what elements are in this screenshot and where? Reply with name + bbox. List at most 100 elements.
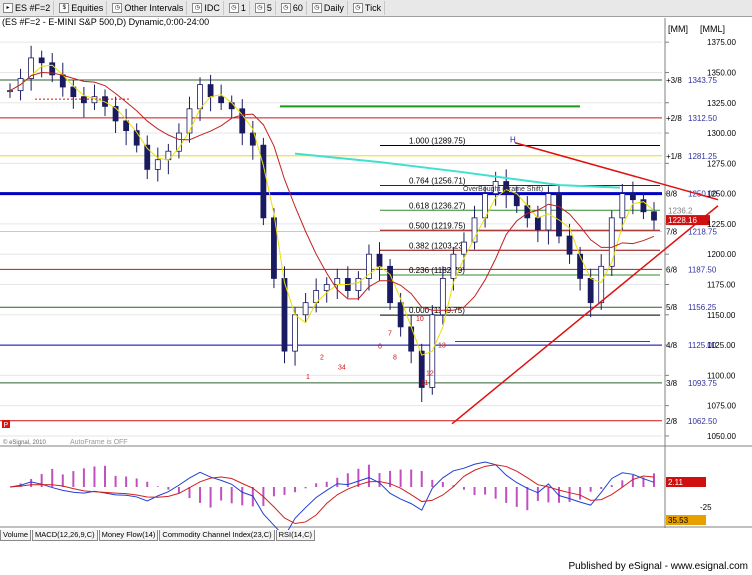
- price-bar-body: [387, 265, 393, 304]
- price-bar-body: [587, 278, 594, 304]
- mm-level-label: 5/8: [666, 303, 678, 312]
- price-bar-body: [81, 96, 87, 104]
- mm-header: [MM]: [668, 24, 688, 34]
- price-bar-body: [323, 284, 330, 291]
- interval-1-icon: ◷: [228, 3, 239, 13]
- price-axis-label: 1175.00: [707, 280, 736, 289]
- symbol-box[interactable]: ▸ ES #F=2: [0, 1, 55, 15]
- price-bar-body: [7, 90, 13, 93]
- price-bar-body: [334, 278, 341, 285]
- count-label: 1: [306, 374, 310, 381]
- price-bar-body: [376, 253, 383, 267]
- price-bar-body: [260, 144, 267, 219]
- price-axis-label: 1075.00: [707, 402, 736, 411]
- price-axis-label: 1050.00: [707, 432, 736, 441]
- price-chart[interactable]: +3/8 1343.75+2/8 1312.50+1/8 1281.258/8 1250…: [0, 18, 752, 530]
- price-bar-body: [598, 265, 605, 304]
- mml-header: [MML]: [700, 24, 726, 34]
- mm-level-label: +3/8: [666, 76, 682, 85]
- idc-button[interactable]: ◷ IDC: [189, 1, 224, 15]
- price-bar-body: [608, 217, 615, 267]
- overbought-label: OverBought (Frame Shift): [463, 186, 543, 193]
- price-bar-body: [123, 120, 130, 132]
- price-bar-body: [302, 302, 309, 316]
- price-axis-label: 1300.00: [707, 129, 736, 138]
- macd-pane: 2.11 -25 35.53: [9, 461, 712, 530]
- count-label: 6: [378, 344, 382, 351]
- price-bar-body: [556, 193, 562, 237]
- macd-line: [9, 461, 655, 530]
- mml-price-label: 1062.50: [688, 417, 717, 426]
- price-axis-label: 1225.00: [707, 220, 736, 229]
- interval-5-button[interactable]: ◷ 5: [252, 1, 276, 15]
- count-label: 11: [421, 380, 428, 387]
- tick-icon: ◷: [352, 3, 363, 13]
- mml-price-label: 1312.50: [688, 114, 717, 123]
- equities-icon: $: [59, 3, 70, 13]
- autoframe-label: AutoFrame is OFF: [70, 439, 128, 446]
- fib-level-label: 0.382 (1203.23): [409, 241, 466, 250]
- count-label: 2: [320, 355, 324, 362]
- fib-level-label: 0.500 (1219.75): [409, 221, 466, 230]
- tab-cci[interactable]: Commodity Channel Index(23,C): [159, 530, 275, 541]
- mm-level-label: 2/8: [666, 417, 678, 426]
- price-bar-body: [228, 102, 235, 110]
- count-label: 13: [438, 342, 446, 349]
- daily-icon: ◷: [311, 3, 322, 13]
- price-bar-body: [397, 302, 404, 328]
- indicator-tabs: Volume MACD(12,26,9,C) Money Flow(14) Co…: [0, 530, 316, 542]
- mm-level-label: 7/8: [666, 227, 678, 236]
- price-bar-body: [218, 96, 225, 104]
- idc-icon: ◷: [192, 3, 203, 13]
- mm-level-label: +1/8: [666, 152, 682, 161]
- interval-60-icon: ◷: [280, 3, 291, 13]
- mml-price-label: 1187.50: [688, 265, 717, 274]
- price-axis-label: 1375.00: [707, 38, 736, 47]
- fib-level-label: 0.764 (1256.71): [409, 176, 466, 185]
- count-label: 34: [338, 364, 346, 371]
- price-axis-label: 1275.00: [707, 159, 736, 168]
- price-bar-body: [355, 278, 362, 291]
- price-bar-body: [38, 57, 45, 64]
- prev-price-label: 1236.2: [668, 206, 693, 215]
- price-bar-body: [534, 217, 541, 231]
- tab-volume[interactable]: Volume: [0, 530, 32, 541]
- mm-level-label: +2/8: [666, 114, 682, 123]
- tab-macd[interactable]: MACD(12,26,9,C): [32, 530, 98, 541]
- price-bar-body: [186, 108, 193, 134]
- price-plot-background: [0, 18, 665, 446]
- price-bar-body: [566, 235, 573, 255]
- tab-money-flow[interactable]: Money Flow(14): [98, 530, 159, 541]
- mm-level-label: 6/8: [666, 265, 678, 274]
- price-bar-body: [651, 211, 657, 221]
- count-label: 8: [393, 355, 397, 362]
- interval-60-button[interactable]: ◷ 60: [278, 1, 307, 15]
- mm-level-label: 3/8: [666, 379, 678, 388]
- daily-button[interactable]: ◷ Daily: [309, 1, 348, 15]
- price-bar-body: [577, 253, 583, 279]
- equities-button[interactable]: $ Equities: [56, 1, 108, 15]
- price-bar-body: [450, 253, 457, 279]
- price-bar-body: [207, 84, 214, 98]
- fib-level-label: 1.000 (1289.75): [409, 136, 466, 145]
- symbol-icon: ▸: [3, 3, 13, 13]
- price-bar-body: [439, 278, 446, 316]
- tick-button[interactable]: ◷ Tick: [350, 1, 386, 15]
- price-bar-body: [154, 159, 161, 170]
- chart-toolbar: ▸ ES #F=2 $ Equities ◷ Other Intervals ◷ IDC…: [0, 0, 752, 17]
- current-price-label: 1228.16: [668, 216, 697, 225]
- price-axis-label: 1250.00: [707, 190, 736, 199]
- other-intervals-button[interactable]: ◷ Other Intervals: [109, 1, 188, 15]
- price-bar-body: [461, 241, 467, 255]
- count-label: 10: [416, 316, 424, 323]
- price-axis-label: 1125.00: [707, 341, 736, 350]
- interval-1-button[interactable]: ◷ 1: [226, 1, 250, 15]
- price-axis-label: 1350.00: [707, 68, 736, 77]
- clock-icon: ◷: [112, 3, 123, 13]
- tab-rsi[interactable]: RSI(14,C): [275, 530, 315, 541]
- footer-text: Published by eSignal - www.esignal.com: [568, 561, 748, 572]
- price-axis-label: 1100.00: [707, 371, 736, 380]
- price-axis-label: 1200.00: [707, 250, 736, 259]
- price-bar-body: [545, 193, 552, 231]
- price-bar-body: [197, 84, 203, 110]
